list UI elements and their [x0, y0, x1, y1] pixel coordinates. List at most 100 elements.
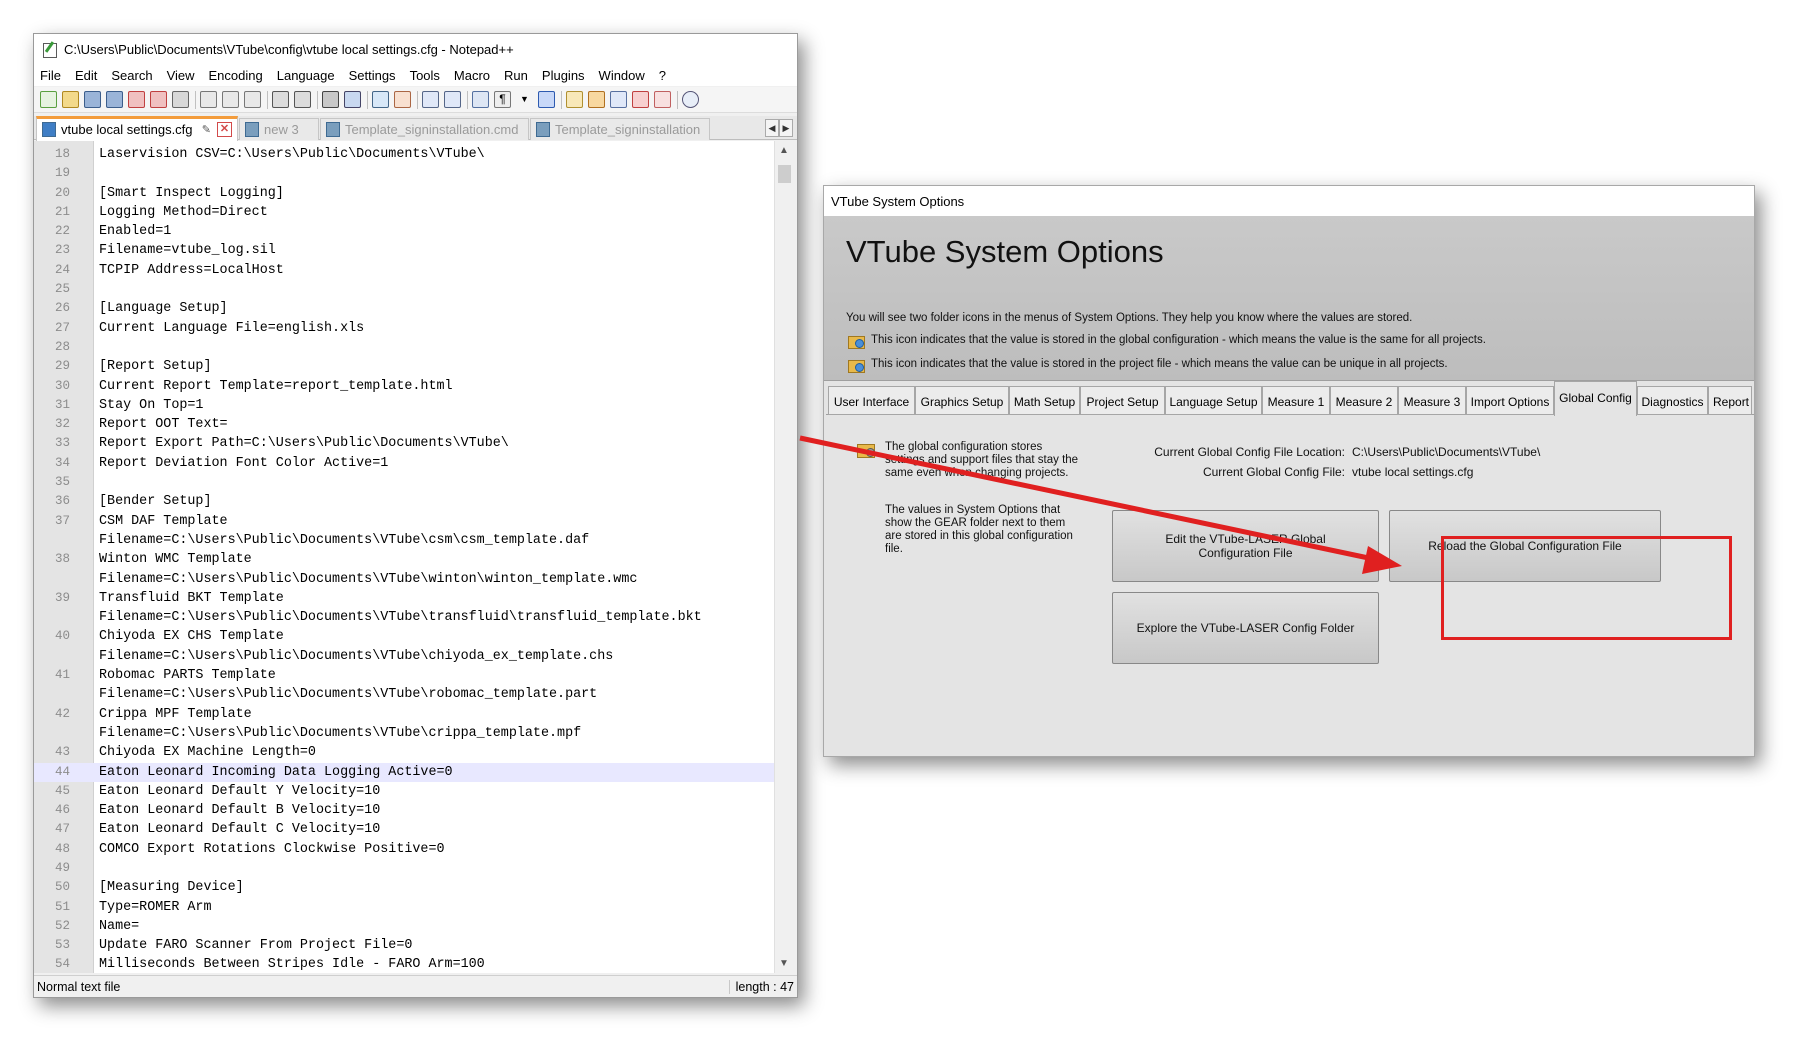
- line-text[interactable]: Transfluid BKT Template: [99, 589, 284, 608]
- tab-template-signinstallation-cmd[interactable]: Template_signinstallation.cmd: [320, 118, 529, 140]
- code-line[interactable]: 39 Transfluid BKT Template: [34, 589, 794, 608]
- code-line[interactable]: 19: [34, 164, 794, 183]
- open-file-icon[interactable]: [62, 91, 79, 108]
- code-line[interactable]: 40 Chiyoda EX CHS Template: [34, 627, 794, 646]
- word-wrap-icon[interactable]: [472, 91, 489, 108]
- tab-language-setup[interactable]: Language Setup: [1165, 386, 1262, 415]
- sync-horizontal-icon[interactable]: [444, 91, 461, 108]
- function-list-icon[interactable]: [632, 91, 649, 108]
- line-text[interactable]: Report OOT Text=: [99, 415, 228, 434]
- save-all-icon[interactable]: [106, 91, 123, 108]
- tab-math-setup[interactable]: Math Setup: [1009, 386, 1080, 415]
- code-line[interactable]: 45 Eaton Leonard Default Y Velocity=10: [34, 782, 794, 801]
- new-file-icon[interactable]: [40, 91, 57, 108]
- close-icon[interactable]: ✕: [217, 122, 232, 137]
- menu-file[interactable]: File: [40, 68, 61, 83]
- tab-scroll-right-icon[interactable]: ▶: [779, 119, 793, 137]
- find-icon[interactable]: [322, 91, 339, 108]
- tab-vtube-local-settings[interactable]: vtube local settings.cfg ✎ ✕: [36, 116, 238, 141]
- line-text[interactable]: Eaton Leonard Incoming Data Logging Acti…: [99, 763, 453, 782]
- tab-project-setup[interactable]: Project Setup: [1080, 386, 1165, 415]
- code-line[interactable]: 44 Eaton Leonard Incoming Data Logging Ac…: [34, 762, 794, 782]
- code-line[interactable]: 26 [Language Setup]: [34, 299, 794, 318]
- menu-tools[interactable]: Tools: [410, 68, 440, 83]
- sync-vertical-icon[interactable]: [422, 91, 439, 108]
- code-line[interactable]: 21 Logging Method=Direct: [34, 203, 794, 222]
- code-line[interactable]: 41 Robomac PARTS Template: [34, 666, 794, 685]
- scroll-up-icon[interactable]: ▲: [779, 145, 789, 156]
- code-line[interactable]: Filename=C:\Users\Public\Documents\VTube…: [34, 531, 794, 550]
- tab-template-signinstallation[interactable]: Template_signinstallation: [530, 118, 710, 140]
- code-line[interactable]: 33 Report Export Path=C:\Users\Public\Doc…: [34, 434, 794, 453]
- monitoring-icon[interactable]: [654, 91, 671, 108]
- line-text[interactable]: Filename=C:\Users\Public\Documents\VTube…: [99, 608, 702, 627]
- explore-config-folder-button[interactable]: Explore the VTube-LASER Config Folder: [1112, 592, 1379, 664]
- tab-import-options[interactable]: Import Options: [1466, 386, 1554, 415]
- line-text[interactable]: Filename=vtube_log.sil: [99, 241, 276, 260]
- code-line[interactable]: 47 Eaton Leonard Default C Velocity=10: [34, 820, 794, 839]
- line-text[interactable]: Stay On Top=1: [99, 396, 203, 415]
- print-icon[interactable]: [172, 91, 189, 108]
- line-text[interactable]: CSM DAF Template: [99, 512, 228, 531]
- cut-icon[interactable]: [200, 91, 217, 108]
- line-text[interactable]: Crippa MPF Template: [99, 705, 252, 724]
- code-line[interactable]: 51 Type=ROMER Arm: [34, 898, 794, 917]
- line-text[interactable]: [Bender Setup]: [99, 492, 212, 511]
- code-line[interactable]: 46 Eaton Leonard Default B Velocity=10: [34, 801, 794, 820]
- menu-view[interactable]: View: [167, 68, 195, 83]
- tab-global-config[interactable]: Global Config: [1554, 381, 1637, 416]
- undo-icon[interactable]: [272, 91, 289, 108]
- line-text[interactable]: [Language Setup]: [99, 299, 228, 318]
- vertical-scrollbar[interactable]: ▲ ▼: [774, 141, 794, 973]
- menu-encoding[interactable]: Encoding: [209, 68, 263, 83]
- line-text[interactable]: Eaton Leonard Default B Velocity=10: [99, 801, 380, 820]
- line-text[interactable]: Name=: [99, 917, 139, 936]
- code-line[interactable]: 52 Name=: [34, 917, 794, 936]
- copy-icon[interactable]: [222, 91, 239, 108]
- tab-measure-3[interactable]: Measure 3: [1398, 386, 1466, 415]
- code-area[interactable]: 18 Laservision CSV=C:\Users\Public\Docume…: [34, 145, 794, 973]
- tab-user-interface[interactable]: User Interface: [828, 386, 915, 415]
- code-line[interactable]: 29 [Report Setup]: [34, 357, 794, 376]
- code-line[interactable]: 43 Chiyoda EX Machine Length=0: [34, 743, 794, 762]
- tab-diagnostics[interactable]: Diagnostics: [1637, 386, 1708, 415]
- edit-global-config-button[interactable]: Edit the VTube-LASER Global Configuratio…: [1112, 510, 1379, 582]
- tab-graphics-setup[interactable]: Graphics Setup: [915, 386, 1009, 415]
- code-line[interactable]: 50 [Measuring Device]: [34, 878, 794, 897]
- menu-language[interactable]: Language: [277, 68, 335, 83]
- paste-icon[interactable]: [244, 91, 261, 108]
- menu-settings[interactable]: Settings: [349, 68, 396, 83]
- menu-search[interactable]: Search: [111, 68, 152, 83]
- line-text[interactable]: Robomac PARTS Template: [99, 666, 276, 685]
- line-text[interactable]: Chiyoda EX Machine Length=0: [99, 743, 316, 762]
- pin-icon[interactable]: ✎: [202, 123, 211, 136]
- line-text[interactable]: Filename=C:\Users\Public\Documents\VTube…: [99, 570, 637, 589]
- code-line[interactable]: 27 Current Language File=english.xls: [34, 319, 794, 338]
- code-line[interactable]: 48 COMCO Export Rotations Clockwise Posit…: [34, 840, 794, 859]
- macro-icon[interactable]: [566, 91, 583, 108]
- line-text[interactable]: Logging Method=Direct: [99, 203, 268, 222]
- code-line[interactable]: Filename=C:\Users\Public\Documents\VTube…: [34, 685, 794, 704]
- save-icon[interactable]: [84, 91, 101, 108]
- menu-macro[interactable]: Macro: [454, 68, 490, 83]
- code-line[interactable]: 53 Update FARO Scanner From Project File=…: [34, 936, 794, 955]
- code-line[interactable]: Filename=C:\Users\Public\Documents\VTube…: [34, 570, 794, 589]
- code-line[interactable]: 34 Report Deviation Font Color Active=1: [34, 454, 794, 473]
- line-text[interactable]: Update FARO Scanner From Project File=0: [99, 936, 412, 955]
- line-text[interactable]: Current Report Template=report_template.…: [99, 377, 453, 396]
- menu-help[interactable]: ?: [659, 68, 666, 83]
- code-line[interactable]: 24 TCPIP Address=LocalHost: [34, 261, 794, 280]
- folder-as-workspace-icon[interactable]: [588, 91, 605, 108]
- tab-new-3[interactable]: new 3: [239, 118, 319, 140]
- line-text[interactable]: Filename=C:\Users\Public\Documents\VTube…: [99, 685, 597, 704]
- line-text[interactable]: [Report Setup]: [99, 357, 212, 376]
- scroll-thumb[interactable]: [778, 165, 791, 183]
- line-text[interactable]: Report Deviation Font Color Active=1: [99, 454, 388, 473]
- line-text[interactable]: Current Language File=english.xls: [99, 319, 364, 338]
- code-line[interactable]: Filename=C:\Users\Public\Documents\VTube…: [34, 647, 794, 666]
- line-text[interactable]: TCPIP Address=LocalHost: [99, 261, 284, 280]
- code-line[interactable]: 28: [34, 338, 794, 357]
- code-line[interactable]: 31 Stay On Top=1: [34, 396, 794, 415]
- tab-scroll-left-icon[interactable]: ◀: [765, 119, 779, 137]
- tab-measure-2[interactable]: Measure 2: [1330, 386, 1398, 415]
